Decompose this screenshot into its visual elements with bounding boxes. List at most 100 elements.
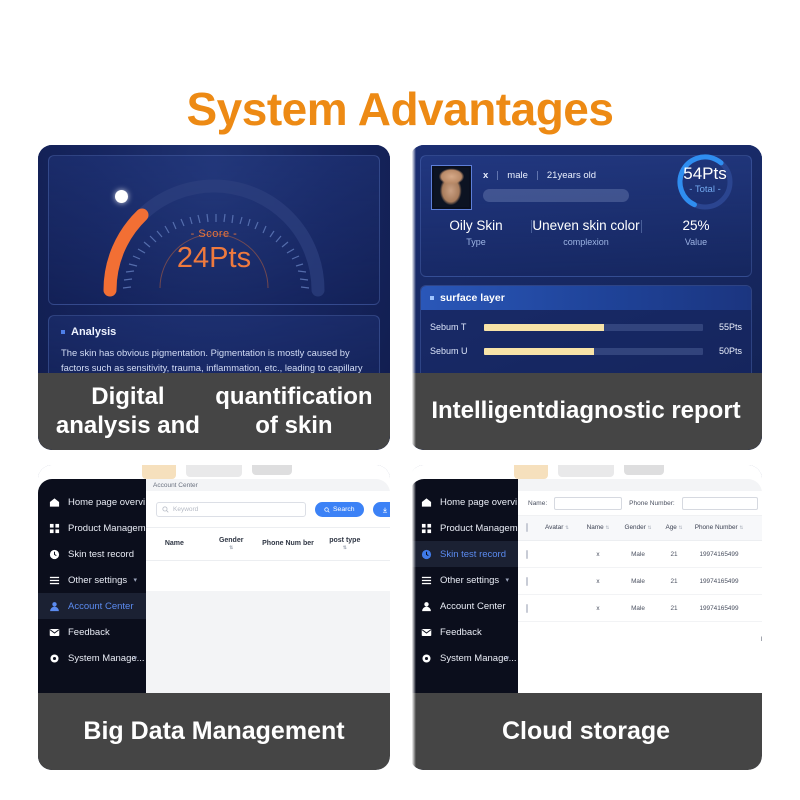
metric-fill	[484, 323, 605, 331]
gear-icon	[422, 653, 431, 663]
column-header-post-type[interactable]: post type ⇅	[316, 537, 373, 552]
avatar	[434, 168, 469, 207]
gear-icon	[50, 653, 59, 663]
sidebar-item-feedback[interactable]: Feedback	[38, 619, 146, 645]
sidebar-item-feedback[interactable]: Feedback	[410, 619, 518, 645]
metric-track	[484, 347, 703, 355]
home-icon	[421, 497, 432, 507]
sidebar-item-product[interactable]: Product Managem	[410, 515, 518, 541]
sort-icon: ⇅	[605, 525, 610, 531]
sidebar-item-skin-test[interactable]: Skin test record	[38, 541, 146, 567]
row-checkbox[interactable]	[518, 603, 536, 613]
sidebar-item-skin-test[interactable]: Skin test record	[410, 541, 518, 567]
sidebar-item-other-settings[interactable]: Other settings ▾	[410, 567, 518, 593]
surface-layer-title: surface layer	[440, 292, 505, 304]
stat-value: Oily Skin	[449, 218, 503, 233]
export-button[interactable]: Export	[372, 502, 390, 517]
caption-line-2: quantification of skin	[215, 383, 373, 439]
row-gender: Male	[631, 550, 645, 558]
row-phone: 19974165499	[699, 577, 739, 585]
page-title: System Advantages	[186, 83, 614, 135]
panel-big-data-management[interactable]: Home page overvi Product Managem Skin te…	[38, 465, 390, 770]
metric-row: Sebum U 50Pts	[430, 346, 742, 356]
column-header-phone[interactable]: Phone Num ber	[260, 540, 317, 549]
surface-layer-header: surface layer	[421, 286, 751, 310]
filter-input-name[interactable]	[554, 496, 623, 510]
chrome-tab	[186, 465, 242, 477]
metric-label: Sebum T	[430, 322, 467, 332]
search-button[interactable]: Search	[315, 502, 364, 517]
stat-key: complexion	[563, 237, 609, 247]
sort-icon: ⇅	[342, 545, 347, 552]
sidebar-item-account-center[interactable]: Account Center	[410, 593, 518, 619]
download-icon	[382, 507, 387, 512]
row-gender: Male	[631, 604, 645, 612]
table-row[interactable]: x Male 21 19974165499 20	[518, 595, 762, 622]
sort-icon: ⇅	[647, 525, 652, 531]
sidebar-item-other-settings[interactable]: Other settings ▾	[38, 567, 146, 593]
meta-divider	[536, 171, 538, 180]
sidebar-item-account-center[interactable]: Account Center	[38, 593, 146, 619]
sidebar-item-label: Other settings	[68, 574, 128, 586]
metric-fill	[484, 347, 594, 355]
column-header-phone[interactable]: Phone Number ⇅	[690, 524, 748, 532]
sidebar-item-system-manage[interactable]: System Manage... ▾	[410, 645, 518, 671]
accounts-card: Keyword Search Export	[146, 491, 390, 591]
sort-icon: ⇅	[739, 525, 744, 531]
chevron-down-icon: ▾	[505, 577, 509, 584]
patient-photo	[431, 165, 472, 210]
chevron-down-icon: ▾	[505, 655, 509, 662]
row-checkbox[interactable]	[518, 576, 536, 586]
analysis-header: Analysis	[61, 326, 367, 338]
table-row[interactable]: x Male 21 19974165499 20	[518, 568, 762, 595]
panel-intelligent-report[interactable]: x male 21years old 54Pts - Total - Oily …	[410, 145, 762, 450]
chrome-tab	[252, 465, 292, 475]
row-gender: Male	[631, 577, 645, 585]
column-header-name[interactable]: Name ⇅	[578, 524, 618, 532]
row-phone: 19974165499	[699, 604, 739, 612]
stat-key: Value	[684, 237, 708, 247]
column-header-gender[interactable]: Gender ⇅	[203, 537, 260, 552]
score-label: - Score -	[190, 228, 238, 240]
stat-complexion: Uneven skin color complexion	[531, 218, 641, 247]
row-checkbox[interactable]	[518, 549, 536, 559]
bullet-icon	[430, 296, 434, 300]
panel-cloud-storage[interactable]: Home page overvi Product Managem Skin te…	[410, 465, 762, 770]
mail-icon	[421, 628, 432, 636]
pagination-items-per-page[interactable]: Items per pa	[760, 636, 762, 643]
filter-label-phone: Phone Number:	[629, 499, 675, 507]
sidebar-item-system-manage[interactable]: System Manage... ▾	[38, 645, 146, 671]
sidebar-item-home[interactable]: Home page overvi	[38, 489, 146, 515]
filter-label-name: Name:	[528, 499, 548, 507]
sort-icon: ⇅	[229, 545, 234, 552]
total-score-label: - Total -	[689, 184, 721, 195]
row-phone: 19974165499	[699, 550, 739, 558]
table-row[interactable]: x Male 21 19974165499 20	[518, 541, 762, 568]
search-button-label: Search	[333, 506, 355, 513]
filter-input-phone[interactable]	[681, 496, 758, 510]
column-header-gender[interactable]: Gender ⇅	[618, 524, 658, 532]
total-score-value: 54Pts	[683, 164, 727, 183]
records-table-header: Avatar ⇅ Name ⇅ Gender ⇅ Age ⇅ Phone Num…	[518, 516, 762, 541]
chrome-tab	[142, 465, 176, 479]
chrome-tab	[558, 465, 614, 477]
sidebar-item-home[interactable]: Home page overvi	[410, 489, 518, 515]
select-all-checkbox[interactable]	[518, 523, 536, 533]
sidebar-item-product[interactable]: Product Managem	[38, 515, 146, 541]
chevron-down-icon: ▾	[133, 577, 137, 584]
column-header-avatar[interactable]: Avatar ⇅	[536, 524, 578, 532]
clock-icon	[421, 549, 432, 559]
panel-seam	[404, 145, 416, 770]
panel-caption-cloud-storage: Cloud storage	[410, 693, 762, 770]
column-header-electr[interactable]: electr	[373, 540, 390, 549]
column-header-age[interactable]: Age ⇅	[658, 524, 690, 532]
search-input[interactable]: Keyword	[156, 502, 306, 517]
patient-meta: x male 21years old	[483, 170, 596, 181]
panel-digital-analysis[interactable]: - Score - 24Pts Analysis The skin has ob…	[38, 145, 390, 450]
column-header-name[interactable]: Name	[146, 540, 203, 549]
clock-icon	[49, 549, 60, 559]
panel-caption-digital-analysis: Digital analysis and quantification of s…	[38, 373, 390, 450]
stat-type: Oily Skin Type	[421, 218, 531, 247]
list-icon	[421, 576, 432, 584]
row-extra: 20	[748, 551, 762, 558]
